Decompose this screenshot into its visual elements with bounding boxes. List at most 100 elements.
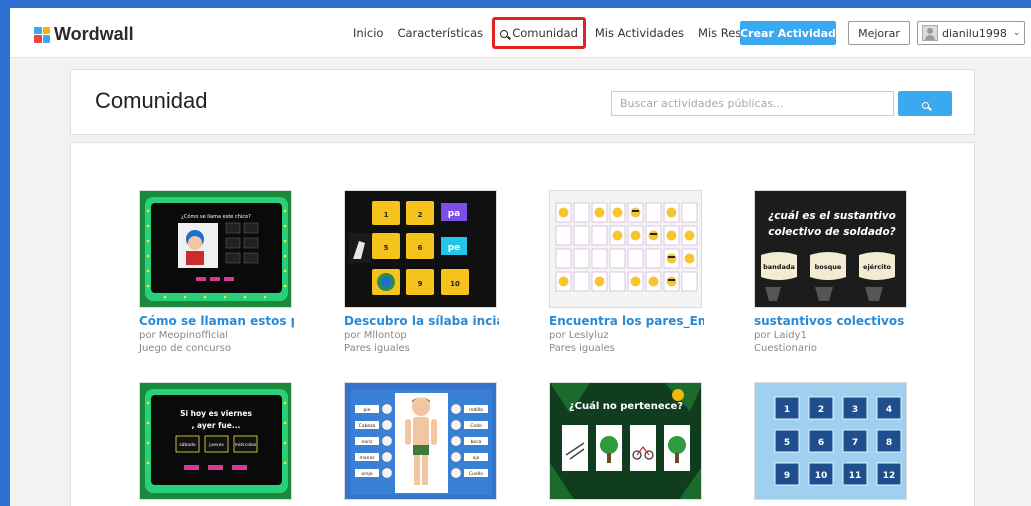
nav-comunidad[interactable]: Comunidad (492, 17, 586, 49)
activity-thumbnail[interactable]: 1 2 pa 5 6 pe 9 10 (344, 190, 497, 308)
game-show-thumbnail: ¿Cómo se llama este chico? (140, 191, 291, 307)
svg-text:jueves: jueves (208, 442, 224, 448)
activity-thumbnail[interactable]: ¿Cómo se llama este chico? (139, 190, 292, 308)
svg-text:1: 1 (384, 211, 389, 219)
activity-author: por Laidy1 (754, 330, 807, 341)
activity-type: Cuestionario (754, 343, 817, 354)
svg-text:5: 5 (384, 244, 389, 252)
logo-text: Wordwall (54, 24, 134, 44)
number-box-label: 11 (849, 471, 862, 481)
activity-type: Pares iguales (549, 343, 615, 354)
activity-card[interactable]: Encuentra los pares_Em... por Leslyluz P… (549, 190, 704, 354)
avatar (922, 25, 938, 41)
activity-author: por Leslyluz (549, 330, 609, 341)
activity-title[interactable]: Cómo se llaman estos p... (139, 314, 294, 328)
odd-one-out-thumbnail: ¿Cuál no pertenece? (550, 383, 701, 499)
svg-text:pa: pa (448, 209, 461, 219)
number-box-label: 4 (886, 405, 892, 415)
quiz-question: ¿Cuál no pertenece? (569, 400, 683, 412)
nav-comunidad-label: Comunidad (512, 26, 578, 40)
svg-text:10: 10 (450, 280, 460, 288)
quiz-question-line2: colectivo de soldado? (768, 226, 896, 238)
number-box-label: 7 (852, 438, 858, 448)
nav-caracteristicas[interactable]: Características (390, 26, 490, 40)
svg-text:boca: boca (471, 439, 482, 445)
svg-text:bandada: bandada (763, 263, 795, 271)
activity-card[interactable]: Si hoy es viernes , ayer fue... sábado j… (139, 382, 294, 500)
search-icon (500, 30, 509, 38)
activity-card[interactable]: 1 2 pa 5 6 pe 9 10 Descubro la sílaba in… (344, 190, 499, 354)
activity-card[interactable]: ¿cuál es el sustantivo colectivo de sold… (754, 190, 909, 354)
svg-text:9: 9 (418, 280, 423, 288)
activity-card[interactable]: pie Cabeza nariz manos oreja rodilla Cod… (344, 382, 499, 500)
svg-text:nariz: nariz (361, 439, 373, 445)
nav-mis-actividades[interactable]: Mis Actividades (588, 26, 691, 40)
matching-pairs-thumbnail: 1 2 pa 5 6 pe 9 10 (345, 191, 496, 307)
labelled-diagram-thumbnail: pie Cabeza nariz manos oreja rodilla Cod… (345, 383, 496, 499)
activity-title[interactable]: Encuentra los pares_Em... (549, 314, 704, 328)
activity-title[interactable]: Descubro la sílaba incial... (344, 314, 499, 328)
svg-text:sábado: sábado (179, 441, 196, 448)
number-box-label: 3 (852, 405, 858, 415)
user-menu[interactable]: dianilu1998 ⌄ (917, 21, 1025, 45)
quiz-question-line1: ¿cuál es el sustantivo (768, 210, 896, 222)
game-show-thumbnail: Si hoy es viernes , ayer fue... sábado j… (140, 383, 291, 499)
number-box-label: 8 (886, 438, 892, 448)
activity-author: por Meopinofficial (139, 330, 229, 341)
quiz-question-line1: Si hoy es viernes (180, 409, 252, 418)
username: dianilu1998 (942, 26, 1007, 40)
activity-thumbnail[interactable] (549, 190, 702, 308)
svg-text:Cabeza: Cabeza (359, 423, 376, 429)
main-nav: Inicio Características Comunidad Mis Act… (346, 8, 791, 58)
activity-author: por Mllontop (344, 330, 407, 341)
number-box-label: 6 (818, 438, 824, 448)
activity-card[interactable]: ¿Cómo se llama este chico? Cómo se llama… (139, 190, 294, 354)
svg-text:bosque: bosque (815, 263, 842, 271)
activity-thumbnail[interactable]: pie Cabeza nariz manos oreja rodilla Cod… (344, 382, 497, 500)
thumb-heading: ¿Cómo se llama este chico? (181, 213, 251, 220)
activity-title[interactable]: sustantivos colectivos (754, 314, 909, 328)
search-icon (921, 102, 929, 109)
activities-grid: ¿Cómo se llama este chico? Cómo se llama… (70, 142, 975, 506)
page-title: Comunidad (95, 88, 208, 113)
quiz-thumbnail: ¿cuál es el sustantivo colectivo de sold… (755, 191, 906, 307)
number-box-label: 10 (815, 471, 828, 481)
nav-inicio[interactable]: Inicio (346, 26, 390, 40)
activity-thumbnail[interactable]: ¿cuál es el sustantivo colectivo de sold… (754, 190, 907, 308)
svg-text:ojo: ojo (473, 455, 480, 461)
activity-card[interactable]: 1 2 3 4 5 6 7 8 9 10 11 12 (754, 382, 909, 500)
activity-thumbnail[interactable]: Si hoy es viernes , ayer fue... sábado j… (139, 382, 292, 500)
page: Wordwall Inicio Características Comunida… (10, 8, 1031, 506)
create-activity-button[interactable]: Crear Actividad (740, 21, 836, 45)
number-box-label: 1 (784, 405, 790, 415)
svg-text:miércoles: miércoles (235, 441, 257, 448)
search-input[interactable] (611, 91, 894, 116)
svg-text:6: 6 (418, 244, 423, 252)
svg-text:Codo: Codo (470, 423, 482, 429)
activity-thumbnail[interactable]: ¿Cuál no pertenece? (549, 382, 702, 500)
emoji-pairs-thumbnail (550, 191, 701, 307)
numbered-boxes-thumbnail: 1 2 3 45 6 7 89 10 11 12 (755, 383, 906, 499)
svg-text:pe: pe (448, 243, 461, 253)
upgrade-button[interactable]: Mejorar (848, 21, 910, 45)
chevron-down-icon: ⌄ (1012, 28, 1021, 38)
svg-text:Cuello: Cuello (469, 471, 483, 477)
number-box-label: 2 (818, 405, 824, 415)
svg-text:pie: pie (364, 407, 371, 413)
number-box-label: 9 (784, 471, 790, 481)
community-header: Comunidad (70, 69, 975, 135)
svg-text:manos: manos (359, 456, 375, 461)
activity-type: Pares iguales (344, 343, 410, 354)
number-box-label: 5 (784, 438, 790, 448)
activity-card[interactable]: ¿Cuál no pertenece? (549, 382, 704, 500)
search-button[interactable] (898, 91, 952, 116)
activity-thumbnail[interactable]: 1 2 3 4 5 6 7 8 9 10 11 12 (754, 382, 907, 500)
top-navigation-bar: Wordwall Inicio Características Comunida… (10, 8, 1031, 58)
wordwall-logo[interactable]: Wordwall (34, 24, 134, 45)
svg-text:2: 2 (418, 211, 423, 219)
activity-type: Juego de concurso (139, 343, 231, 354)
wordwall-logo-icon (34, 26, 50, 43)
svg-text:oreja: oreja (361, 471, 373, 477)
number-box-label: 12 (883, 471, 896, 481)
quiz-question-line2: , ayer fue... (192, 421, 241, 430)
